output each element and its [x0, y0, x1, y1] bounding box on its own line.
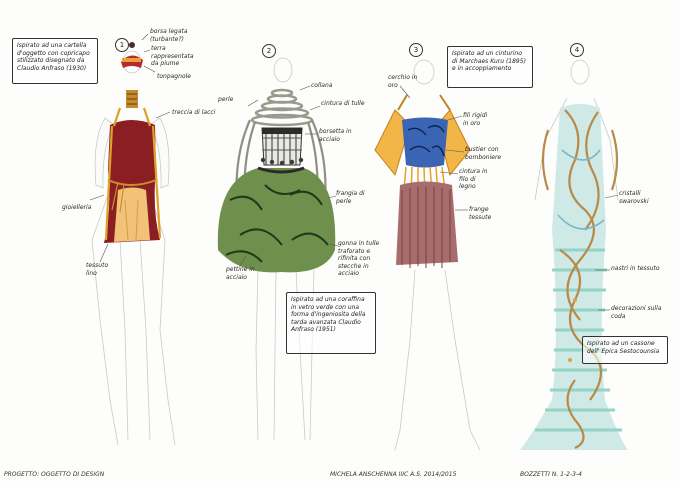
annotation-2-5: frangia di perle — [336, 190, 365, 205]
annotation-1-6: tessuto lino — [86, 262, 109, 277]
annotation-1-2: terra rappresentata da piume — [151, 45, 194, 67]
footer-project: PROGETTO: OGGETTO DI DESIGN — [4, 471, 105, 478]
inspiration-box-1: Ispirato ad una cartella d'oggetto con c… — [12, 38, 98, 84]
design-sheet: 1 2 3 4 Ispirato ad una cartella d'ogget… — [0, 0, 680, 481]
inspiration-box-3: Ispirato ad un cinturino di Marchaes Kur… — [447, 46, 533, 88]
sketch-number-3: 3 — [409, 43, 423, 57]
annotation-3-2: fili rigidi in oro — [463, 112, 488, 127]
annotation-1-3: tonpagnole — [157, 73, 191, 80]
annotation-1-1: borsa legata (turbante?) — [150, 28, 188, 43]
inspiration-box-4: Ispirato ad un cassone dell' Epica Sesto… — [582, 336, 668, 364]
figure-3-dress — [374, 94, 471, 268]
annotation-3-3: bustier con bomboniere — [465, 146, 502, 161]
footer-sketches: BOZZETTI N. 1-2-3-4 — [520, 471, 582, 478]
annotation-3-1: cerchio in oro — [388, 74, 418, 89]
annotation-3-4: cintura in filo di legno — [459, 168, 488, 190]
annotation-2-1: collana — [311, 82, 333, 89]
annotation-2-3: cintura di tulle — [321, 100, 365, 107]
inspiration-box-2: Ispirato ad una coraffina in vetro verde… — [286, 292, 376, 354]
annotation-2-2: perle — [218, 96, 234, 103]
annotation-2-6: gonna in tulle traforato e rifinita con … — [338, 240, 380, 277]
annotation-2-7: pettine in acciaio — [226, 266, 255, 281]
annotation-3-5: frange tessute — [469, 206, 492, 221]
figure-2-dress — [217, 88, 336, 273]
annotation-1-5: gioielleria — [62, 204, 92, 211]
sketch-number-2: 2 — [262, 44, 276, 58]
footer-author: MICHELA ANSCHENNA IIIC A.S. 2014/2015 — [330, 471, 457, 478]
annotation-1-4: treccia di lacci — [172, 109, 216, 116]
annotation-4-2: nastri in tessuto — [611, 265, 660, 272]
annotation-4-1: cristalli swarovski — [619, 190, 649, 205]
annotation-2-4: borsetta in acciaio — [319, 128, 352, 143]
sketch-number-4: 4 — [570, 43, 584, 57]
annotation-4-3: decorazioni sulla coda — [611, 305, 662, 320]
sketch-number-1: 1 — [115, 38, 129, 52]
